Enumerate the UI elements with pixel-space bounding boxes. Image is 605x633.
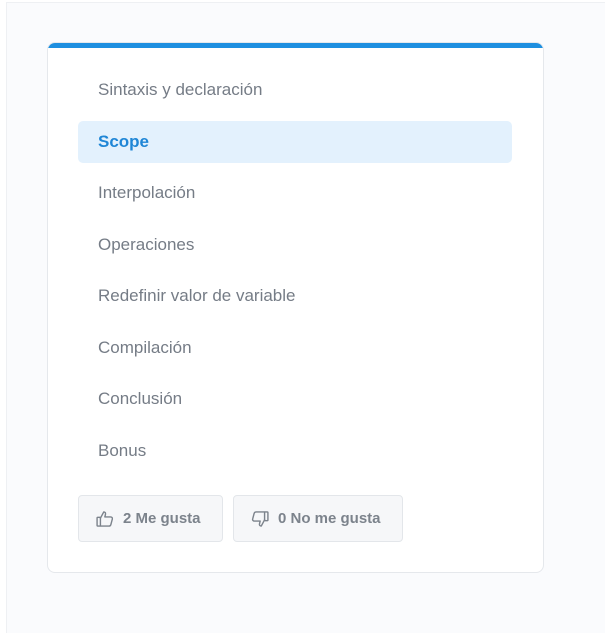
- toc-item-scope[interactable]: Scope: [78, 120, 512, 163]
- toc-item-compilacion[interactable]: Compilación: [78, 327, 512, 369]
- dislike-button[interactable]: 0 No me gusta: [233, 495, 403, 542]
- thumbs-down-icon: [250, 509, 270, 529]
- thumbs-up-icon: [95, 509, 115, 529]
- dislike-count-label: 0 No me gusta: [278, 510, 381, 527]
- like-count-label: 2 Me gusta: [123, 510, 201, 527]
- toc-item-operaciones[interactable]: Operaciones: [78, 224, 512, 266]
- reactions-bar: 2 Me gusta 0 No me gusta: [78, 495, 403, 542]
- toc-list: Sintaxis y declaración Scope Interpolaci…: [78, 69, 512, 481]
- like-button[interactable]: 2 Me gusta: [78, 495, 223, 542]
- toc-item-sintaxis[interactable]: Sintaxis y declaración: [78, 69, 512, 111]
- toc-item-conclusion[interactable]: Conclusión: [78, 378, 512, 420]
- toc-item-redefinir-valor[interactable]: Redefinir valor de variable: [78, 275, 512, 317]
- toc-item-interpolacion[interactable]: Interpolación: [78, 172, 512, 214]
- card-accent-bar: [48, 43, 543, 48]
- toc-item-bonus[interactable]: Bonus: [78, 430, 512, 472]
- table-of-contents-card: Sintaxis y declaración Scope Interpolaci…: [47, 42, 544, 573]
